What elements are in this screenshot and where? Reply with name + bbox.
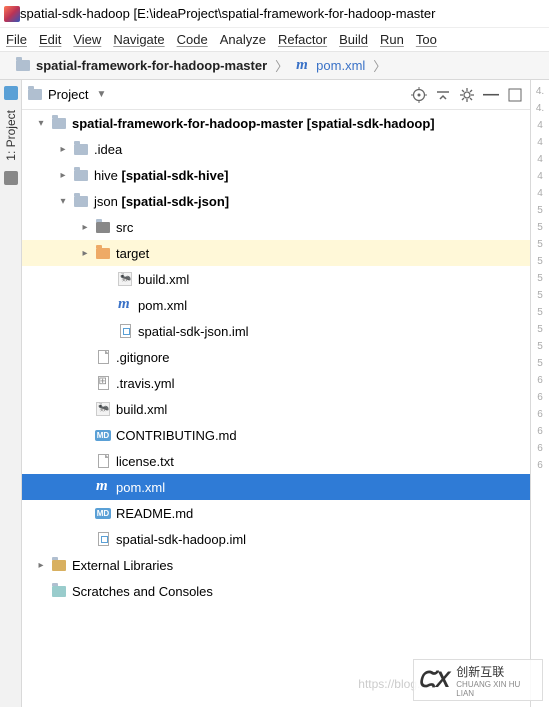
hide-button[interactable]: — [482, 86, 500, 104]
tool-window-stripe: 1: Project [0, 80, 22, 707]
file-icon [98, 454, 109, 468]
module-icon [120, 324, 131, 338]
menu-edit[interactable]: Edit [39, 32, 61, 47]
breadcrumb-pom[interactable]: m pom.xml [290, 58, 371, 73]
watermark-subtext: CHUANG XIN HU LIAN [456, 680, 538, 698]
navigation-bar: spatial-framework-for-hadoop-master 〉 m … [0, 52, 549, 80]
watermark-text: 创新互联 [456, 663, 538, 680]
chevron-right-icon[interactable]: ▸ [34, 560, 48, 571]
folder-icon [74, 170, 88, 181]
collapse-all-button[interactable] [434, 86, 452, 104]
maven-icon: m [296, 59, 310, 73]
chevron-right-icon: 〉 [273, 56, 290, 75]
ant-icon [118, 272, 132, 286]
file-icon [98, 350, 109, 364]
chevron-right-icon[interactable]: ▸ [78, 222, 92, 233]
breadcrumb-root[interactable]: spatial-framework-for-hadoop-master [10, 58, 273, 73]
chevron-right-icon[interactable]: ▸ [56, 144, 70, 155]
tree-json-pom[interactable]: m pom.xml [22, 292, 530, 318]
tree-build[interactable]: build.xml [22, 396, 530, 422]
chevron-down-icon[interactable]: ▾ [34, 118, 48, 129]
tree-pom[interactable]: m pom.xml [22, 474, 530, 500]
watermark-mark: ᙅX [418, 667, 450, 693]
watermark-logo: ᙅX 创新互联 CHUANG XIN HU LIAN [413, 659, 543, 701]
tree-json[interactable]: ▾ json [spatial-sdk-json] [22, 188, 530, 214]
maven-icon: m [118, 298, 132, 312]
tree-src[interactable]: ▸ src [22, 214, 530, 240]
maven-icon: m [96, 480, 110, 494]
intellij-icon [4, 6, 20, 22]
chevron-down-icon[interactable]: ▼ [96, 89, 106, 100]
gear-icon[interactable] [458, 86, 476, 104]
menu-code[interactable]: Code [177, 32, 208, 47]
markdown-icon: MD [95, 508, 111, 519]
chevron-down-icon[interactable]: ▾ [56, 196, 70, 207]
folder-icon [74, 196, 88, 207]
module-icon [98, 532, 109, 546]
tree-contributing[interactable]: MD CONTRIBUTING.md [22, 422, 530, 448]
tree-hive[interactable]: ▸ hive [spatial-sdk-hive] [22, 162, 530, 188]
window-titlebar: spatial-sdk-hadoop [E:\ideaProject\spati… [0, 0, 549, 28]
tree-idea[interactable]: ▸ .idea [22, 136, 530, 162]
tree-target[interactable]: ▸ target [22, 240, 530, 266]
ant-icon [96, 402, 110, 416]
chevron-right-icon[interactable]: ▸ [78, 248, 92, 259]
folder-icon [96, 222, 110, 233]
markdown-icon: MD [95, 430, 111, 441]
folder-icon [52, 118, 66, 129]
more-button[interactable] [506, 86, 524, 104]
tree-root-label: spatial-framework-for-hadoop-master [72, 116, 303, 131]
tree-external-libraries[interactable]: ▸ External Libraries [22, 552, 530, 578]
tree-scratches[interactable]: Scratches and Consoles [22, 578, 530, 604]
folder-icon [16, 60, 30, 71]
menu-analyze[interactable]: Analyze [220, 32, 266, 47]
yml-icon [98, 376, 109, 390]
tree-license[interactable]: license.txt [22, 448, 530, 474]
menu-run[interactable]: Run [380, 32, 404, 47]
panel-header: Project ▼ — [22, 80, 530, 110]
breadcrumb-pom-label: pom.xml [316, 58, 365, 73]
tree-gitignore[interactable]: .gitignore [22, 344, 530, 370]
tree-readme[interactable]: MD README.md [22, 500, 530, 526]
folder-icon [28, 89, 42, 100]
menu-build[interactable]: Build [339, 32, 368, 47]
breadcrumb-root-label: spatial-framework-for-hadoop-master [36, 58, 267, 73]
folder-icon [74, 144, 88, 155]
project-tool-tab[interactable]: 1: Project [4, 106, 18, 165]
menu-navigate[interactable]: Navigate [113, 32, 164, 47]
project-tool-icon[interactable] [4, 86, 18, 100]
library-icon [52, 560, 66, 571]
tree-json-build[interactable]: build.xml [22, 266, 530, 292]
menu-refactor[interactable]: Refactor [278, 32, 327, 47]
chevron-right-icon: 〉 [371, 56, 388, 75]
select-opened-file-button[interactable] [410, 86, 428, 104]
tree-json-iml[interactable]: spatial-sdk-json.iml [22, 318, 530, 344]
structure-tool-icon[interactable] [4, 171, 18, 185]
editor-gutter: 4. 4. 4 4 4 4 4 5 5 5 5 5 5 5 5 5 5 6 6 … [531, 80, 549, 707]
menu-view[interactable]: View [73, 32, 101, 47]
tree-travis[interactable]: .travis.yml [22, 370, 530, 396]
window-title: spatial-sdk-hadoop [E:\ideaProject\spati… [20, 6, 435, 21]
menu-file[interactable]: File [6, 32, 27, 47]
menu-tools[interactable]: Too [416, 32, 437, 47]
chevron-right-icon[interactable]: ▸ [56, 170, 70, 181]
tree-root-iml[interactable]: spatial-sdk-hadoop.iml [22, 526, 530, 552]
project-tree[interactable]: ▾ spatial-framework-for-hadoop-master [s… [22, 110, 530, 707]
folder-icon [96, 248, 110, 259]
project-panel: Project ▼ — ▾ spatial-framework-for-h [22, 80, 531, 707]
menu-bar: File Edit View Navigate Code Analyze Ref… [0, 28, 549, 52]
tree-root[interactable]: ▾ spatial-framework-for-hadoop-master [s… [22, 110, 530, 136]
scratches-icon [52, 586, 66, 597]
panel-title[interactable]: Project [48, 87, 88, 102]
